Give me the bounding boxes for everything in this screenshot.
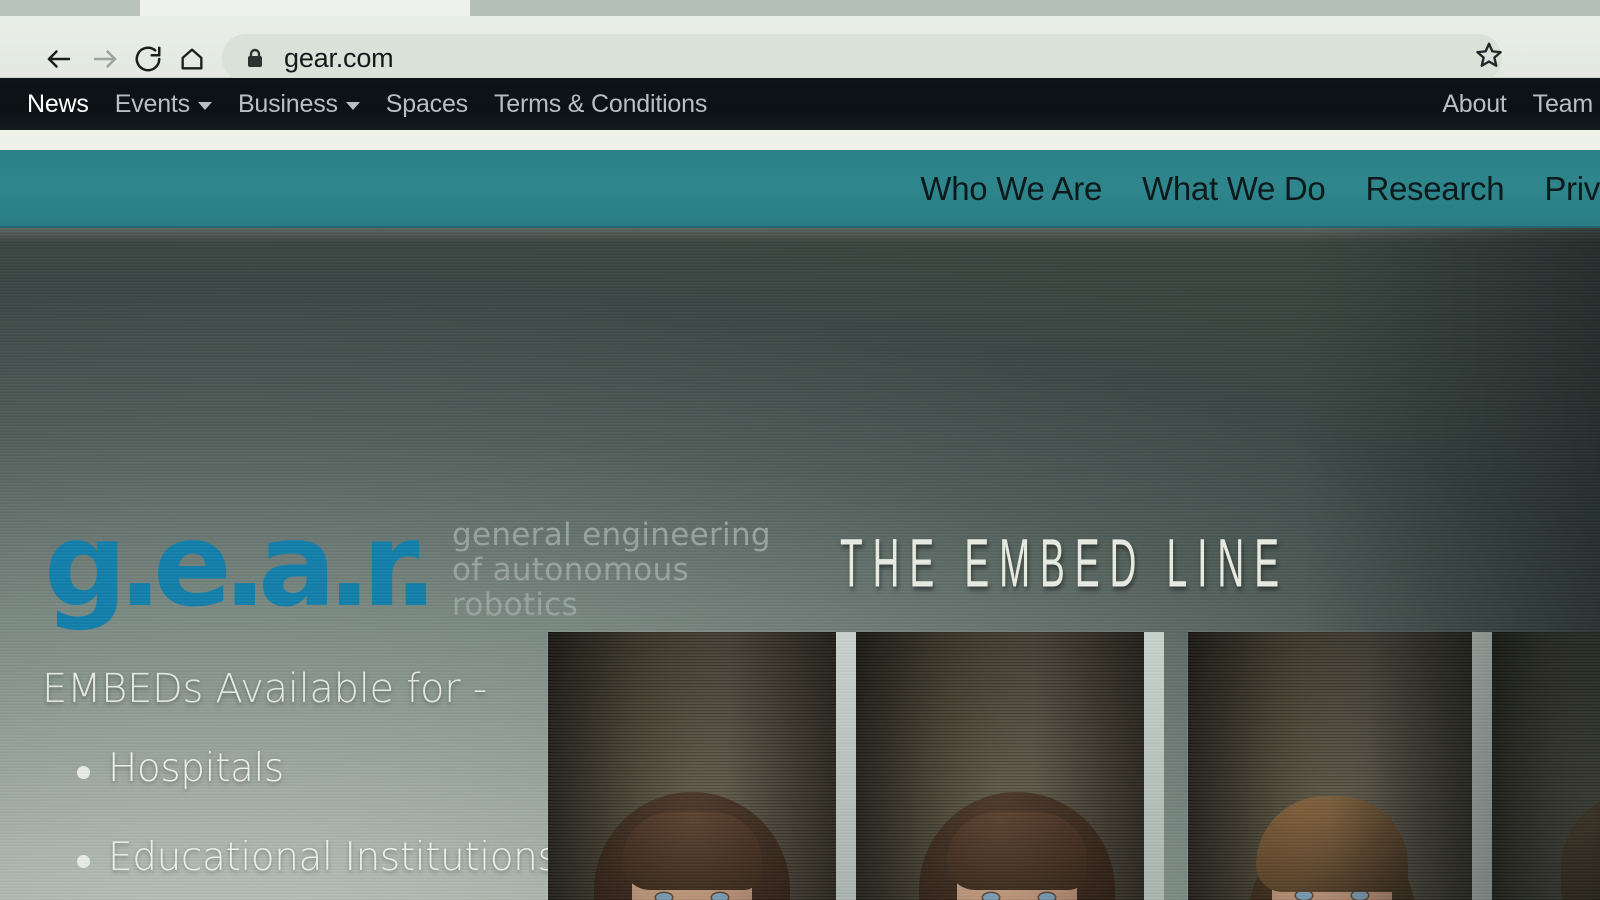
star-icon bbox=[1474, 42, 1504, 74]
address-bar[interactable]: gear.com bbox=[222, 34, 1502, 82]
teal-item-research[interactable]: Research bbox=[1345, 170, 1524, 208]
tagline-line-1: general engineering bbox=[452, 517, 771, 553]
topnav-label: News bbox=[27, 89, 89, 118]
panel-separator bbox=[1144, 632, 1164, 900]
back-button[interactable] bbox=[42, 42, 76, 76]
topnav-item-team[interactable]: Team bbox=[1520, 90, 1600, 119]
teal-item-privacy[interactable]: Priva bbox=[1524, 170, 1600, 208]
teal-label: Who We Are bbox=[920, 170, 1103, 207]
chevron-down-icon bbox=[197, 102, 212, 110]
topnav-label: Events bbox=[114, 89, 190, 118]
teal-label: What We Do bbox=[1142, 170, 1326, 207]
topnav-label: Spaces bbox=[385, 89, 468, 118]
portrait-vignette bbox=[548, 632, 836, 900]
teal-label: Research bbox=[1365, 170, 1505, 207]
lock-icon bbox=[246, 48, 264, 68]
portrait-vignette bbox=[856, 632, 1144, 900]
url-text[interactable]: gear.com bbox=[284, 43, 394, 74]
browser-tab[interactable] bbox=[470, 0, 1600, 16]
list-item: Educational Institutions bbox=[72, 835, 558, 880]
forward-button[interactable] bbox=[88, 42, 122, 76]
topnav-right-group: About Team bbox=[1429, 90, 1600, 119]
site-top-navigation: News Events Business Spaces Terms & Cond… bbox=[0, 78, 1600, 130]
availability-list: Hospitals Educational Institutions Offic… bbox=[72, 746, 558, 900]
topnav-item-news[interactable]: News bbox=[14, 90, 102, 119]
page-title: THE EMBED LINE bbox=[840, 525, 1289, 602]
topnav-label: Terms & Conditions bbox=[493, 89, 708, 118]
topnav-label: Business bbox=[237, 89, 338, 118]
portrait-emma-front[interactable] bbox=[548, 632, 836, 900]
topnav-label: About bbox=[1442, 89, 1507, 118]
portrait-emma-angle[interactable] bbox=[856, 632, 1144, 900]
browser-tab-active[interactable] bbox=[140, 0, 470, 16]
browser-chrome: gear.com bbox=[0, 0, 1600, 82]
site-logo[interactable]: g.e.a.r. bbox=[44, 498, 438, 633]
browser-toolbar: gear.com bbox=[0, 16, 1600, 82]
bookmark-button[interactable] bbox=[1474, 40, 1504, 70]
topnav-item-spaces[interactable]: Spaces bbox=[373, 90, 481, 119]
list-item: Hospitals bbox=[72, 746, 557, 791]
arrow-right-icon bbox=[90, 44, 120, 74]
browser-tab[interactable] bbox=[0, 0, 140, 16]
chevron-down-icon bbox=[345, 102, 360, 110]
teal-item-what-we-do[interactable]: What We Do bbox=[1122, 170, 1345, 208]
topnav-item-about[interactable]: About bbox=[1429, 90, 1519, 119]
tab-strip bbox=[0, 0, 1600, 16]
topnav-item-events[interactable]: Events bbox=[102, 90, 225, 119]
teal-label: Priva bbox=[1544, 170, 1600, 207]
panel-separator bbox=[836, 632, 856, 900]
teal-item-who-we-are[interactable]: Who We Are bbox=[900, 170, 1122, 208]
hero-right-shade bbox=[1300, 228, 1600, 900]
site-tagline: general engineering of autonomous roboti… bbox=[452, 517, 771, 624]
home-icon bbox=[178, 45, 206, 73]
availability-heading: EMBEDs Available for - bbox=[42, 666, 487, 712]
logo-text: g.e.a.r. bbox=[44, 498, 438, 633]
reload-button[interactable] bbox=[131, 42, 165, 76]
topnav-item-terms[interactable]: Terms & Conditions bbox=[481, 90, 720, 119]
topnav-left-group: News Events Business Spaces Terms & Cond… bbox=[0, 90, 720, 119]
topnav-label: Team bbox=[1532, 89, 1594, 118]
nav-divider bbox=[0, 130, 1600, 150]
hero-section: g.e.a.r. general engineering of autonomo… bbox=[0, 228, 1600, 900]
tagline-line-3: robotics bbox=[452, 587, 579, 624]
tagline-line-2: of autonomous bbox=[452, 552, 689, 589]
topnav-item-business[interactable]: Business bbox=[225, 90, 373, 119]
reload-icon bbox=[133, 44, 163, 74]
home-button[interactable] bbox=[175, 42, 209, 76]
teal-navigation: Who We Are What We Do Research Priva bbox=[0, 150, 1600, 228]
arrow-left-icon bbox=[44, 44, 74, 74]
